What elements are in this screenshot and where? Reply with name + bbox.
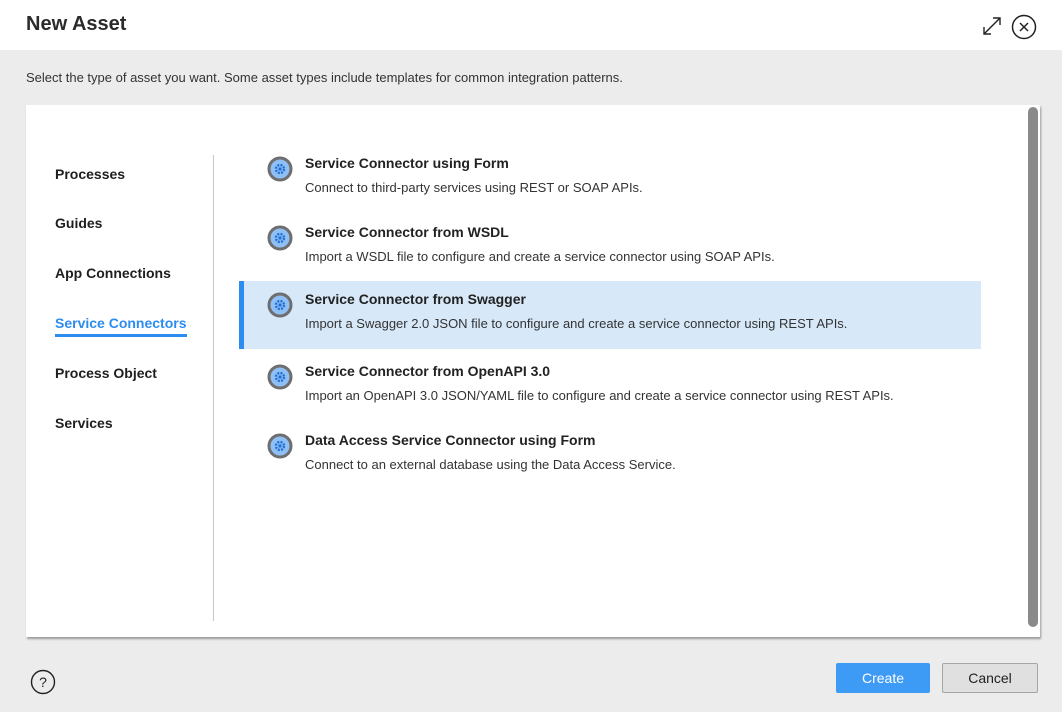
option-description: Import an OpenAPI 3.0 JSON/YAML file to … (305, 388, 894, 403)
option-title: Service Connector using Form (305, 155, 509, 171)
option-service-connector-swagger[interactable]: Service Connector from Swagger Import a … (239, 281, 981, 349)
dialog-subtitle: Select the type of asset you want. Some … (26, 70, 623, 85)
gear-icon (267, 225, 293, 251)
expand-icon[interactable] (980, 14, 1004, 38)
gear-icon (267, 292, 293, 318)
option-description: Connect to an external database using th… (305, 457, 676, 472)
create-button[interactable]: Create (836, 663, 930, 693)
vertical-scrollbar[interactable] (1027, 105, 1040, 637)
option-description: Import a WSDL file to configure and crea… (305, 249, 775, 264)
asset-panel: Processes Guides App Connections Service… (26, 105, 1040, 637)
option-service-connector-openapi[interactable]: Service Connector from OpenAPI 3.0 Impor… (239, 353, 981, 421)
gear-icon (267, 433, 293, 459)
dialog-header: New Asset (0, 0, 1062, 50)
option-description: Import a Swagger 2.0 JSON file to config… (305, 316, 848, 331)
option-title: Data Access Service Connector using Form (305, 432, 596, 448)
sidebar-item-processes[interactable]: Processes (55, 166, 125, 182)
option-service-connector-wsdl[interactable]: Service Connector from WSDL Import a WSD… (239, 214, 981, 282)
sidebar-item-service-connectors[interactable]: Service Connectors (55, 315, 187, 337)
dialog-title: New Asset (26, 13, 127, 35)
cancel-button[interactable]: Cancel (942, 663, 1038, 693)
sidebar-item-app-connections[interactable]: App Connections (55, 265, 171, 281)
option-title: Service Connector from WSDL (305, 224, 509, 240)
sidebar-item-services[interactable]: Services (55, 415, 113, 431)
close-icon[interactable] (1011, 14, 1037, 40)
option-service-connector-form[interactable]: Service Connector using Form Connect to … (239, 145, 981, 213)
gear-icon (267, 156, 293, 182)
help-icon[interactable]: ? (30, 669, 56, 695)
option-description: Connect to third-party services using RE… (305, 180, 643, 195)
svg-text:?: ? (39, 674, 47, 690)
asset-category-sidebar: Processes Guides App Connections Service… (26, 155, 214, 621)
option-title: Service Connector from OpenAPI 3.0 (305, 363, 551, 379)
option-data-access-service-connector[interactable]: Data Access Service Connector using Form… (239, 422, 981, 490)
sidebar-item-process-object[interactable]: Process Object (55, 365, 157, 381)
scrollbar-thumb[interactable] (1028, 107, 1038, 627)
gear-icon (267, 364, 293, 390)
sidebar-item-guides[interactable]: Guides (55, 215, 102, 231)
option-title: Service Connector from Swagger (305, 291, 526, 307)
